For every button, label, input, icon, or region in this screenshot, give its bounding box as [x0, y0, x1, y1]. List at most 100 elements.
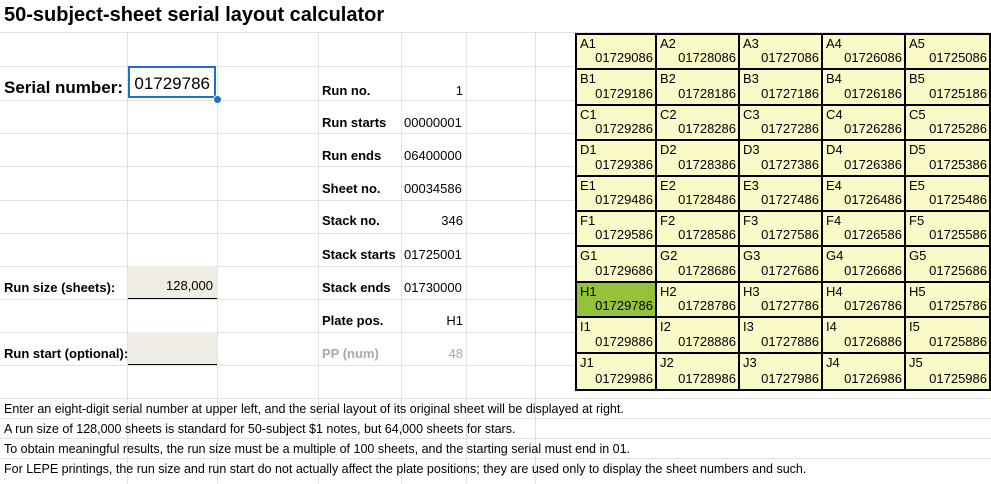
sheet-layout-grid: A1 01729086 A2 01728086 A3 01727086 A4 01726086…	[575, 33, 991, 391]
plate-position-label: E4	[826, 177, 842, 193]
plate-position-label: A5	[909, 36, 925, 51]
plate-position-label: C1	[580, 106, 597, 122]
plate-position-label: E1	[580, 177, 596, 193]
run-start-label: Run start (optional):	[4, 346, 129, 361]
plate-position-label: J5	[909, 354, 923, 370]
plate-serial-value: 01728986	[678, 371, 736, 386]
plate-serial-value: 01729586	[595, 227, 653, 243]
plate-position-label: C5	[909, 106, 926, 122]
plate-position-label: B5	[909, 71, 925, 87]
plate-pos-label: Plate pos.	[322, 313, 384, 328]
plate-serial-value: 01725986	[929, 371, 987, 386]
run-size-input[interactable]: 128,000	[128, 266, 217, 299]
stack-starts-label: Stack starts	[322, 247, 396, 262]
note-line-2: A run size of 128,000 sheets is standard…	[4, 422, 516, 436]
plate-position-label: F5	[909, 213, 925, 228]
plate-position-label: J2	[660, 354, 674, 370]
run-starts-label: Run starts	[322, 115, 387, 130]
plate-serial-value: 01726486	[844, 192, 902, 207]
plate-cell-b4: B4 01726186	[823, 70, 906, 106]
plate-cell-j5: J5 01725986	[906, 353, 991, 389]
run-ends-value: 06400000	[404, 148, 462, 163]
plate-cell-f5: F5 01725586	[906, 212, 991, 248]
plate-cell-h2: H2 01728786	[657, 282, 740, 319]
plate-cell-j2: J2 01728986	[657, 353, 740, 389]
plate-cell-f3: F3 01727586	[740, 212, 823, 248]
plate-cell-i4: I4 01726886	[823, 318, 906, 354]
plate-position-label: J4	[826, 354, 840, 370]
note-line-3: To obtain meaningful results, the run si…	[4, 442, 631, 456]
plate-serial-value: 01728886	[678, 333, 736, 349]
run-no-value: 1	[455, 83, 463, 98]
plate-serial-value: 01727786	[761, 298, 819, 314]
plate-serial-value: 01726886	[844, 333, 902, 349]
plate-cell-i3: I3 01727886	[740, 318, 823, 354]
plate-position-label: D5	[909, 142, 926, 158]
plate-position-label: G3	[743, 248, 761, 264]
plate-position-label: B3	[743, 71, 759, 87]
plate-cell-h1: H1 01729786	[577, 282, 657, 319]
sheet-no-value: 00034586	[404, 181, 462, 196]
plate-position-label: D2	[660, 142, 677, 158]
plate-position-label: I2	[660, 319, 671, 335]
plate-serial-value: 01727186	[761, 85, 819, 101]
plate-serial-value: 01729186	[595, 85, 653, 101]
stack-no-label: Stack no.	[322, 213, 380, 228]
plate-cell-d1: D1 01729386	[577, 141, 657, 177]
plate-cell-a5: A5 01725086	[906, 35, 991, 71]
plate-cell-d2: D2 01728386	[657, 141, 740, 177]
serial-number-label: Serial number:	[4, 78, 124, 97]
plate-cell-f1: F1 01729586	[577, 212, 657, 248]
plate-serial-value: 01728786	[678, 298, 736, 314]
plate-position-label: C2	[660, 106, 677, 122]
plate-serial-value: 01727286	[761, 121, 819, 137]
plate-serial-value: 01725086	[929, 50, 987, 66]
plate-serial-value: 01725486	[929, 192, 987, 207]
plate-serial-value: 01727686	[761, 262, 819, 278]
plate-serial-value: 01726686	[844, 262, 902, 278]
page-title: 50-subject-sheet serial layout calculato…	[4, 4, 385, 26]
plate-cell-c2: C2 01728286	[657, 105, 740, 142]
plate-cell-c4: C4 01726286	[823, 105, 906, 142]
plate-serial-value: 01725186	[929, 85, 987, 101]
plate-serial-value: 01728486	[678, 192, 736, 207]
plate-cell-e4: E4 01726486	[823, 176, 906, 212]
plate-position-label: J1	[580, 354, 594, 370]
plate-cell-g4: G4 01726686	[823, 247, 906, 283]
cell-fill-handle[interactable]	[213, 95, 222, 104]
plate-cell-h4: H4 01726786	[823, 282, 906, 319]
run-no-label: Run no.	[322, 83, 371, 98]
plate-serial-value: 01728686	[678, 262, 736, 278]
plate-serial-value: 01729886	[595, 333, 653, 349]
plate-position-label: I3	[743, 319, 754, 335]
plate-pos-value: H1	[446, 313, 463, 328]
plate-cell-g1: G1 01729686	[577, 247, 657, 283]
plate-serial-value: 01725586	[929, 227, 987, 243]
plate-cell-a4: A4 01726086	[823, 35, 906, 71]
plate-serial-value: 01726086	[844, 50, 902, 66]
plate-cell-c1: C1 01729286	[577, 105, 657, 142]
plate-serial-value: 01728586	[678, 227, 736, 243]
plate-serial-value: 01726586	[844, 227, 902, 243]
plate-cell-f2: F2 01728586	[657, 212, 740, 248]
plate-cell-c3: C3 01727286	[740, 105, 823, 142]
plate-position-label: E2	[660, 177, 676, 193]
plate-serial-value: 01725386	[929, 156, 987, 172]
plate-cell-i1: I1 01729886	[577, 318, 657, 354]
plate-serial-value: 01728186	[678, 85, 736, 101]
plate-serial-value: 01726986	[844, 371, 902, 386]
serial-number-input[interactable]: 01729786	[128, 66, 216, 98]
plate-serial-value: 01728086	[678, 50, 736, 66]
plate-position-label: B4	[826, 71, 842, 87]
plate-serial-value: 01729386	[595, 156, 653, 172]
plate-position-label: H5	[909, 283, 926, 299]
plate-position-label: A2	[660, 36, 676, 51]
plate-cell-d4: D4 01726386	[823, 141, 906, 177]
stack-starts-value: 01725001	[404, 247, 462, 262]
plate-serial-value: 01729486	[595, 192, 653, 207]
plate-serial-value: 01726186	[844, 85, 902, 101]
plate-position-label: I1	[580, 319, 591, 335]
run-start-input[interactable]	[128, 332, 217, 365]
plate-position-label: F2	[660, 213, 676, 228]
plate-position-label: E5	[909, 177, 925, 193]
